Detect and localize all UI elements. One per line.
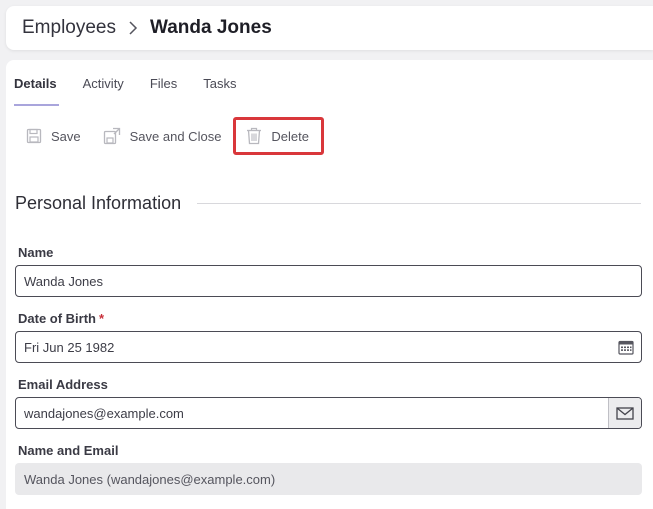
email-input[interactable] — [16, 398, 608, 428]
calendar-icon[interactable] — [611, 339, 641, 355]
email-label: Email Address — [18, 377, 108, 392]
name-email-label: Name and Email — [18, 443, 119, 458]
name-email-field: Wanda Jones (wandajones@example.com) — [15, 463, 642, 495]
save-label: Save — [51, 128, 81, 144]
save-and-close-button[interactable]: Save and Close — [93, 119, 232, 153]
name-field[interactable] — [15, 265, 642, 297]
breadcrumb-root[interactable]: Employees — [22, 17, 116, 39]
save-close-icon — [103, 127, 121, 145]
dob-field[interactable] — [15, 331, 642, 363]
dob-input[interactable] — [16, 332, 611, 362]
trash-icon — [246, 127, 262, 145]
tab-details[interactable]: Details — [14, 60, 59, 106]
name-email-value: Wanda Jones (wandajones@example.com) — [24, 471, 276, 487]
tab-bar: Details Activity Files Tasks — [14, 60, 263, 106]
save-and-close-label: Save and Close — [129, 128, 222, 144]
toolbar: Save Save and Close Delete — [16, 117, 326, 155]
delete-label: Delete — [271, 128, 309, 144]
save-button[interactable]: Save — [16, 119, 91, 153]
save-icon — [26, 128, 42, 144]
chevron-right-icon — [128, 21, 138, 35]
page-title: Wanda Jones — [150, 17, 272, 38]
section-header: Personal Information — [15, 190, 641, 216]
email-field[interactable] — [15, 397, 642, 429]
section-title: Personal Information — [15, 192, 182, 213]
name-label: Name — [18, 245, 54, 260]
name-input[interactable] — [16, 266, 641, 296]
dob-label-text: Date of Birth — [18, 311, 96, 326]
detail-panel: Details Activity Files Tasks Save Save a… — [6, 60, 653, 509]
required-marker: * — [99, 311, 105, 326]
section-divider — [197, 202, 641, 204]
tab-activity[interactable]: Activity — [83, 60, 124, 106]
tab-tasks[interactable]: Tasks — [203, 60, 236, 106]
dob-label: Date of Birth * — [18, 311, 104, 326]
envelope-icon[interactable] — [608, 398, 641, 428]
tab-files[interactable]: Files — [150, 60, 177, 106]
breadcrumb: Employees Wanda Jones — [6, 6, 653, 50]
delete-button[interactable]: Delete — [233, 117, 324, 155]
